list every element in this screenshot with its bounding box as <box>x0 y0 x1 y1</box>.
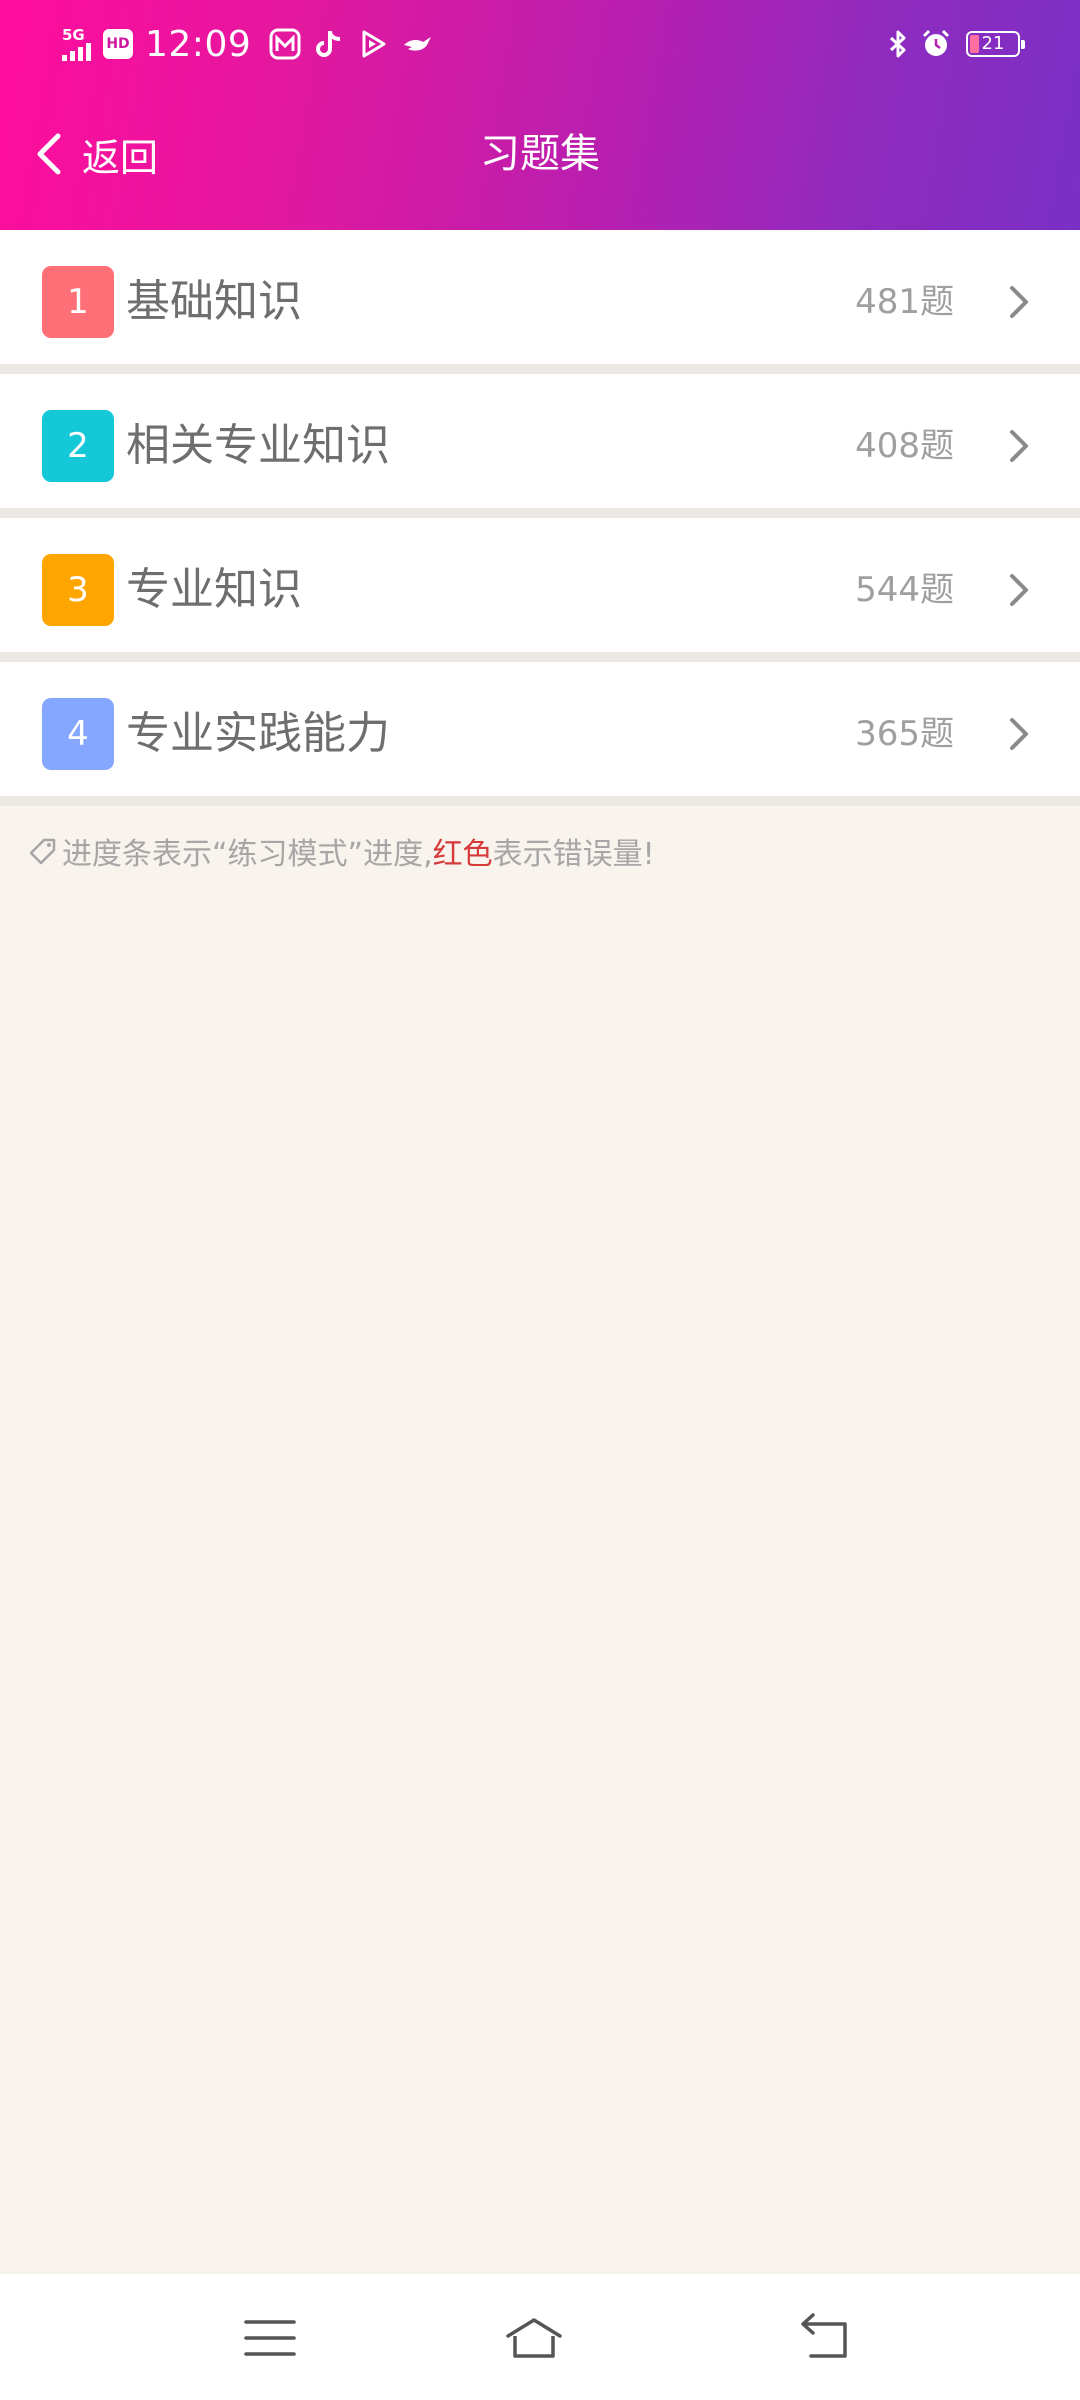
back-icon[interactable] <box>793 2308 853 2368</box>
battery-level: 21 <box>981 33 1005 54</box>
network-type: 5G <box>62 26 85 44</box>
item-count: 481题 <box>855 282 954 322</box>
signal-icon: 5G <box>62 27 91 61</box>
progress-tip: 进度条表示“练习模式”进度, 红色 表示错误量! <box>28 826 655 876</box>
item-index-badge: 3 <box>42 554 114 626</box>
tip-highlight: 红色 <box>432 837 493 872</box>
tip-text-end: 表示错误量! <box>492 837 655 872</box>
home-icon[interactable] <box>504 2308 564 2368</box>
bluetooth-icon <box>889 30 906 58</box>
m-app-icon <box>269 28 301 60</box>
play-icon <box>362 30 386 58</box>
alarm-icon <box>922 29 950 56</box>
title-bar: 返回 习题集 <box>0 110 1080 200</box>
item-name: 专业知识 <box>126 564 302 615</box>
header: 5G HD 12:09 21 返回 习题集 <box>0 0 1080 230</box>
page-title: 习题集 <box>480 131 600 177</box>
hd-icon: HD <box>103 29 133 59</box>
tiktok-icon <box>316 31 341 57</box>
item-index-badge: 4 <box>42 698 114 770</box>
tip-text: 进度条表示“练习模式”进度, <box>62 837 433 872</box>
tag-icon <box>29 838 56 865</box>
status-right: 21 <box>882 22 1025 66</box>
system-navigation-bar <box>0 2274 1080 2400</box>
item-name: 相关专业知识 <box>126 420 390 471</box>
item-index-badge: 2 <box>42 410 114 482</box>
list-item-1[interactable]: 1 基础知识 481题 <box>0 230 1080 374</box>
list-item-3[interactable]: 3 专业知识 544题 <box>0 518 1080 662</box>
chevron-right-icon <box>1010 286 1028 318</box>
item-count: 408题 <box>855 426 954 466</box>
item-count: 365题 <box>855 714 954 754</box>
chevron-right-icon <box>1010 430 1028 462</box>
item-name: 专业实践能力 <box>126 708 390 759</box>
chevron-right-icon <box>1010 574 1028 606</box>
status-bar: 5G HD 12:09 21 <box>0 0 1080 86</box>
item-count: 544题 <box>855 570 954 610</box>
status-left: 5G HD 12:09 <box>62 22 445 66</box>
item-name: 基础知识 <box>126 276 302 327</box>
battery-icon: 21 <box>966 31 1025 57</box>
status-time: 12:09 <box>145 23 252 65</box>
list-item-2[interactable]: 2 相关专业知识 408题 <box>0 374 1080 518</box>
exercise-set-list: 1 基础知识 481题 2 相关专业知识 408题 3 专业知识 544题 4 … <box>0 230 1080 806</box>
item-index-badge: 1 <box>42 266 114 338</box>
chevron-right-icon <box>1010 718 1028 750</box>
bird-icon <box>404 37 432 51</box>
list-item-4[interactable]: 4 专业实践能力 365题 <box>0 662 1080 806</box>
menu-icon[interactable] <box>240 2308 300 2368</box>
